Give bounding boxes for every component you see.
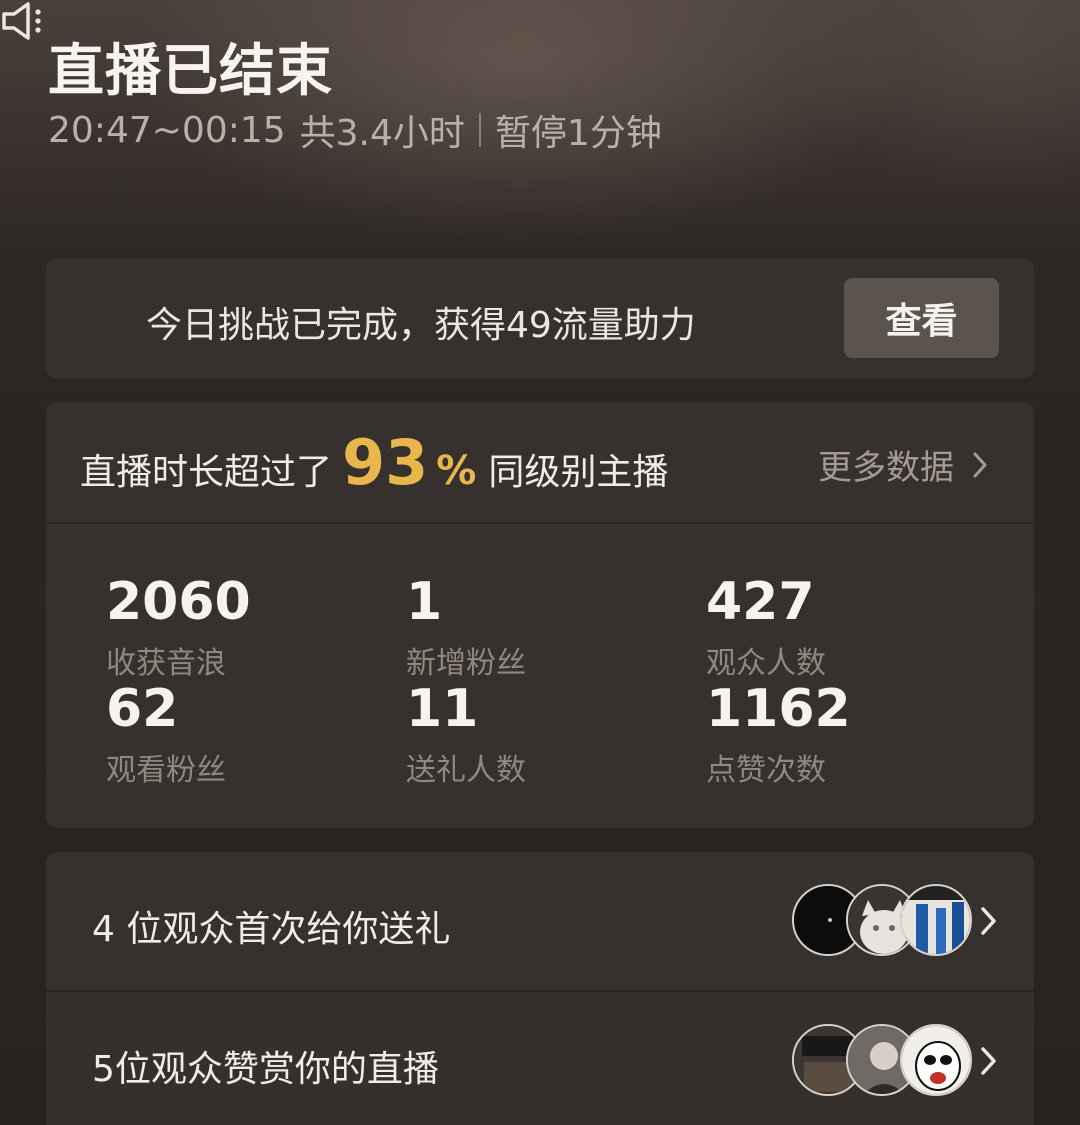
stat-label: 点赞次数: [706, 753, 826, 788]
rewarding-viewers-text: 5位观众赞赏你的直播: [92, 1049, 439, 1090]
stat-label: 收获音浪: [106, 646, 226, 681]
stat-viewers: 427 观众人数: [706, 576, 826, 682]
summary-suffix: 同级别主播: [488, 452, 669, 493]
stat-label: 观众人数: [706, 646, 826, 681]
more-data-label: 更多数据: [818, 448, 954, 488]
percent-value: 93: [342, 426, 429, 499]
speaker-icon: [0, 2, 48, 46]
stat-label: 新增粉丝: [406, 646, 526, 681]
stat-new-fans: 1 新增粉丝: [406, 576, 526, 682]
live-time-info: 20:47~00:15 共3.4小时 暂停1分钟: [48, 104, 662, 156]
stat-value: 1162: [706, 679, 851, 739]
stat-label: 送礼人数: [406, 753, 526, 788]
stat-value: 2060: [106, 572, 251, 632]
avatar: [900, 884, 972, 956]
separator: [478, 113, 481, 147]
view-button[interactable]: 查看: [844, 278, 999, 358]
percent-sign: %: [436, 448, 477, 494]
avatar-group: [792, 1024, 972, 1096]
stat-value: 1: [406, 572, 443, 632]
pause-text: 暂停1分钟: [494, 113, 662, 154]
stat-value: 62: [106, 679, 179, 739]
avatar: [900, 1024, 972, 1096]
chevron-right-icon: [981, 907, 996, 935]
stat-watching-fans: 62 观看粉丝: [106, 683, 226, 789]
challenge-notice-text: 今日挑战已完成，获得49流量助力: [146, 305, 696, 346]
stat-label: 观看粉丝: [106, 753, 226, 788]
time-range: 20:47~00:15: [48, 109, 286, 151]
more-data-link[interactable]: 更多数据: [818, 440, 988, 489]
stat-value: 11: [406, 679, 479, 739]
page-title: 直播已结束: [48, 39, 333, 104]
duration-text: 共3.4小时: [299, 113, 465, 154]
divider: [46, 522, 1034, 524]
chevron-right-icon: [973, 452, 987, 477]
duration-rank-summary: 直播时长超过了 93 % 同级别主播: [80, 426, 668, 499]
summary-prefix: 直播时长超过了: [80, 452, 333, 493]
chevron-right-icon: [981, 1047, 996, 1075]
stat-sound-waves: 2060 收获音浪: [106, 576, 251, 682]
stat-value: 427: [706, 572, 815, 632]
stat-likes: 1162 点赞次数: [706, 683, 851, 789]
first-gift-viewers-text: 4 位观众首次给你送礼: [92, 909, 451, 950]
live-ended-page: 直播已结束 20:47~00:15 共3.4小时 暂停1分钟 今日挑战已完成，获…: [0, 0, 1080, 1125]
avatar-group: [792, 884, 972, 956]
stat-gift-senders: 11 送礼人数: [406, 683, 526, 789]
